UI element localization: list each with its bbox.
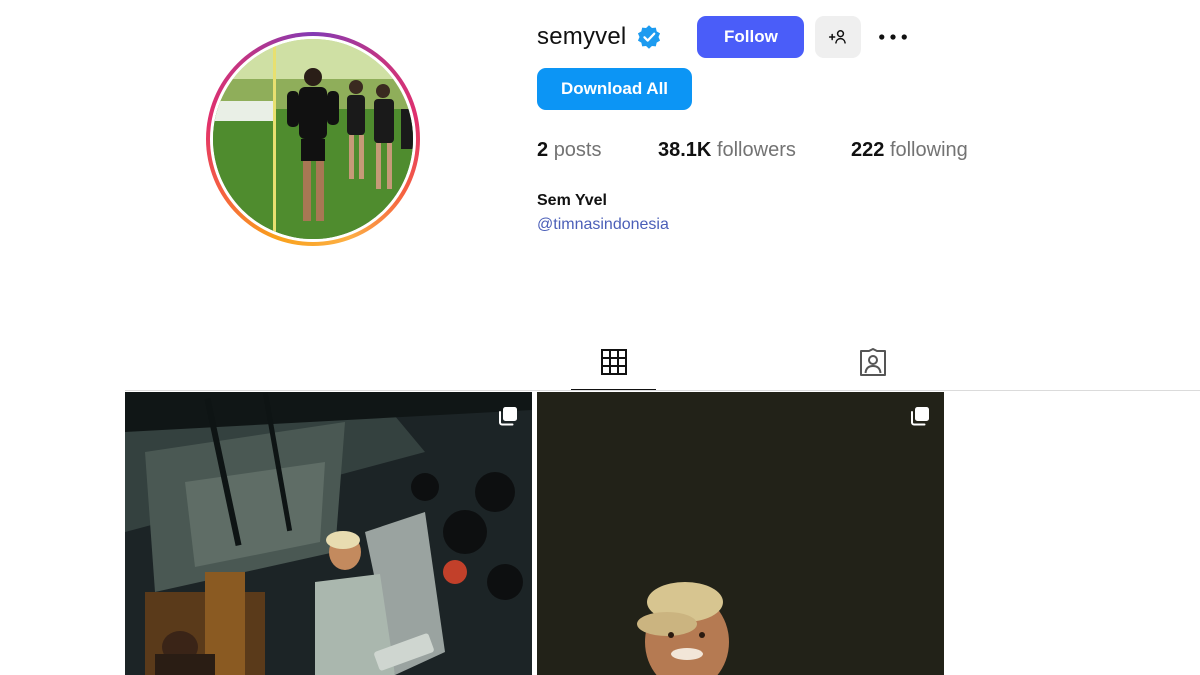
tab-posts[interactable] [571,340,656,391]
follow-button[interactable]: Follow [697,16,805,58]
followers-count: 38.1K [658,139,712,161]
tagged-person-icon [859,348,886,376]
verified-badge-icon [636,24,662,50]
posts-label: posts [553,139,602,161]
tab-tagged[interactable] [830,340,915,391]
bio-mention-link[interactable]: @timnasindonesia [537,216,669,234]
post-thumbnail[interactable] [537,392,944,675]
post-image [125,392,532,675]
post-image [537,392,944,675]
add-person-icon [829,29,847,44]
profile-avatar[interactable] [206,32,420,246]
more-options-button[interactable] [877,16,909,58]
tabs-divider [125,390,1200,391]
download-all-button[interactable]: Download All [537,68,692,110]
followers-stat[interactable]: 38.1K followers [658,139,796,162]
multiple-photos-icon [499,407,517,426]
full-name: Sem Yvel [537,192,607,209]
following-label: following [889,139,968,161]
avatar-photo [213,39,413,239]
multiple-photos-icon [911,407,929,426]
suggested-accounts-button[interactable] [815,16,862,58]
following-count: 222 [851,139,885,161]
username-row: semyvel Follow [537,15,909,59]
more-options-icon [879,34,908,40]
avatar-image [213,39,413,239]
followers-label: followers [716,139,796,161]
posts-count-stat: 2 posts [537,139,602,162]
avatar-inner [210,36,416,242]
post-thumbnail[interactable] [125,392,532,675]
following-stat[interactable]: 222 following [851,139,968,162]
posts-count: 2 [537,139,549,161]
grid-icon [600,349,627,375]
username: semyvel [537,23,627,50]
